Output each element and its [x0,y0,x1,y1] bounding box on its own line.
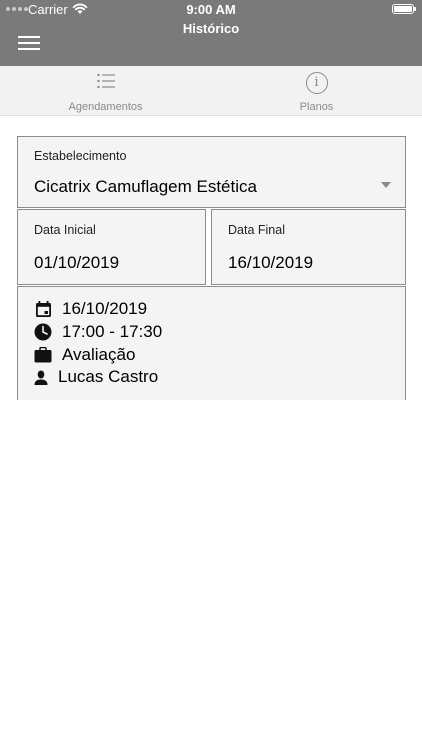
tab-planos-label: Planos [299,101,334,113]
appointment-time-row: 17:00 - 17:30 [34,321,162,343]
appointment-professional: Lucas Castro [58,367,159,386]
appointment-card[interactable]: 16/10/2019 17:00 - 17:30 Avaliação Lucas… [17,286,406,400]
briefcase-icon [34,346,52,364]
tab-bar: Agendamentos i Planos [0,66,422,116]
estabelecimento-label: Estabelecimento [34,149,127,163]
page-title: Histórico [182,21,240,36]
battery-icon [392,4,416,14]
data-final-field[interactable]: Data Final 16/10/2019 [211,209,406,285]
appointment-professional-row: Lucas Castro [34,366,158,388]
estabelecimento-value: Cicatrix Camuflagem Estética [34,177,257,196]
clock-icon [34,323,52,341]
calendar-icon [34,300,52,318]
data-final-value: 16/10/2019 [228,253,314,272]
user-icon [34,368,48,386]
tab-agendamentos-label: Agendamentos [68,101,143,113]
chevron-down-icon [381,182,391,188]
info-icon: i [305,72,328,94]
appointment-time: 17:00 - 17:30 [62,322,163,341]
status-bar: Carrier 9:00 AM [0,0,422,20]
app-header: Carrier 9:00 AM Histórico [0,0,422,66]
appointment-date-row: 16/10/2019 [34,298,147,320]
data-final-label: Data Final [228,223,285,237]
hamburger-icon [18,36,40,38]
data-inicial-label: Data Inicial [34,223,96,237]
list-icon [96,73,115,89]
appointment-service-row: Avaliação [34,344,135,366]
data-inicial-field[interactable]: Data Inicial 01/10/2019 [17,209,206,285]
tab-planos[interactable]: i Planos [211,66,422,115]
tab-agendamentos[interactable]: Agendamentos [0,66,211,115]
data-inicial-value: 01/10/2019 [34,253,120,272]
status-time: 9:00 AM [186,2,236,17]
menu-button[interactable] [18,36,40,50]
appointment-date: 16/10/2019 [62,299,148,318]
appointment-service: Avaliação [62,345,136,364]
estabelecimento-select[interactable]: Estabelecimento Cicatrix Camuflagem Esté… [17,136,406,208]
